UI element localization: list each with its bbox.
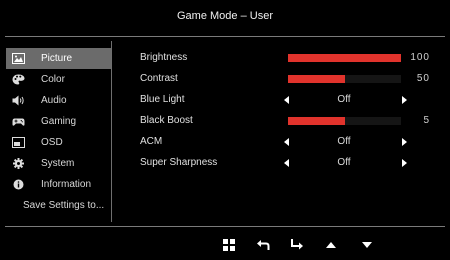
down-arrow-icon[interactable] [359,237,375,253]
blue-light-row[interactable]: Blue Light Off [140,90,440,110]
super-sharpness-right-arrow-icon[interactable] [402,159,407,167]
contrast-slider[interactable] [288,75,401,83]
page-title: Game Mode – User [177,10,273,22]
speaker-icon [12,95,25,106]
black-boost-label: Black Boost [140,115,193,126]
contrast-row[interactable]: Contrast 50 [140,69,440,89]
osd-icon [12,137,25,148]
up-arrow-icon[interactable] [323,237,339,253]
super-sharpness-value: Off [337,157,351,168]
save-settings-label: Save Settings to... [23,200,105,211]
acm-row[interactable]: ACM Off [140,132,440,152]
picture-icon [12,53,25,64]
sidebar: Picture Color Audio Gaming OSD System In… [6,48,111,216]
sidebar-item-gaming[interactable]: Gaming [6,111,111,132]
acm-left-arrow-icon[interactable] [284,138,289,146]
gear-icon [12,158,25,169]
sidebar-item-audio[interactable]: Audio [6,90,111,111]
sidebar-item-label: System [41,158,75,169]
brightness-row[interactable]: Brightness 100 [140,48,440,68]
sidebar-item-picture[interactable]: Picture [6,48,111,69]
navigation-bar [0,237,450,253]
black-boost-row[interactable]: Black Boost 5 [140,111,440,131]
gamepad-icon [12,116,25,127]
sidebar-item-color[interactable]: Color [6,69,111,90]
acm-right-arrow-icon[interactable] [402,138,407,146]
sidebar-divider [111,41,112,222]
contrast-slider-fill [288,75,345,83]
blue-light-right-arrow-icon[interactable] [402,96,407,104]
contrast-value: 50 [416,73,430,84]
bottom-divider [5,226,445,227]
acm-label: ACM [140,136,163,147]
contrast-label: Contrast [140,73,178,84]
brightness-slider-fill [288,54,401,62]
sidebar-item-system[interactable]: System [6,153,111,174]
sidebar-item-label: Information [41,179,92,190]
acm-value: Off [337,136,351,147]
black-boost-slider[interactable] [288,117,401,125]
save-settings-button[interactable]: Save Settings to... [6,195,111,216]
sidebar-item-label: Color [41,74,65,85]
back-icon[interactable] [255,237,271,253]
top-divider [5,36,445,37]
info-icon [12,179,25,190]
blue-light-left-arrow-icon[interactable] [284,96,289,104]
brightness-value: 100 [410,52,430,63]
brightness-slider[interactable] [288,54,401,62]
enter-icon[interactable] [289,237,305,253]
sidebar-item-osd[interactable]: OSD [6,132,111,153]
black-boost-value: 5 [423,115,430,126]
sidebar-item-label: OSD [41,137,63,148]
blue-light-value: Off [337,94,351,105]
sidebar-item-label: Gaming [41,116,77,127]
sidebar-item-label: Picture [41,53,73,64]
brightness-label: Brightness [140,52,188,63]
super-sharpness-left-arrow-icon[interactable] [284,159,289,167]
palette-icon [12,74,25,85]
black-boost-slider-fill [288,117,345,125]
sidebar-item-label: Audio [41,95,67,106]
blue-light-label: Blue Light [140,94,185,105]
menu-grid-icon[interactable] [221,237,237,253]
sidebar-item-information[interactable]: Information [6,174,111,195]
super-sharpness-row[interactable]: Super Sharpness Off [140,153,440,173]
super-sharpness-label: Super Sharpness [140,157,218,168]
